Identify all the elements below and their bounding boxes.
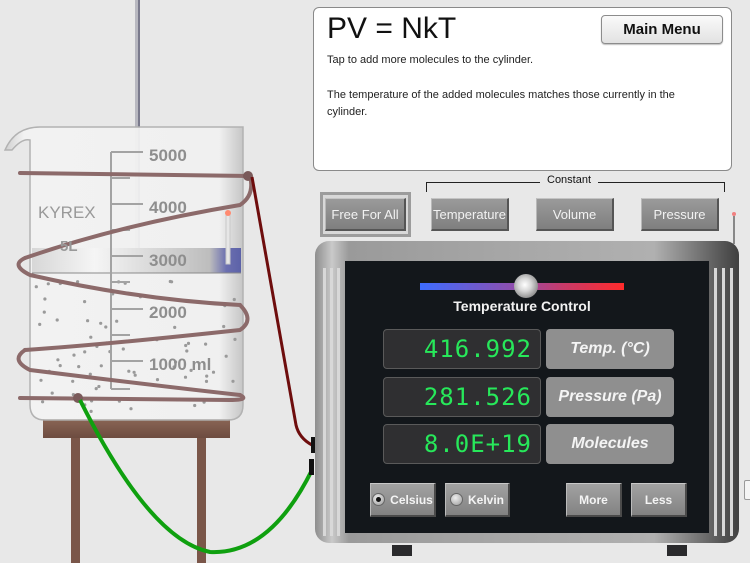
molecule-dot xyxy=(173,325,177,329)
less-molecules-button[interactable]: Less xyxy=(631,483,687,517)
vent-slot xyxy=(730,268,733,536)
thermometer-icon xyxy=(225,213,231,265)
molecule-dot xyxy=(132,370,136,374)
beaker-brand-label: KYREX xyxy=(38,203,96,222)
temperature-slider-knob[interactable] xyxy=(514,274,539,298)
molecule-dot xyxy=(155,378,160,382)
molecule-dot xyxy=(222,324,226,329)
beaker-apparatus[interactable] xyxy=(0,0,320,563)
molecule-dot xyxy=(72,353,76,357)
stand-leg-left xyxy=(71,438,80,563)
temperature-control-label: Temperature Control xyxy=(453,298,591,314)
molecule-dot xyxy=(38,322,42,326)
more-molecules-button[interactable]: More xyxy=(566,483,622,517)
scale-label-4000: 4000 xyxy=(149,198,187,217)
molecules-readout: 8.0E+19 xyxy=(383,424,541,464)
molecule-dot xyxy=(231,379,235,383)
constant-temperature-button[interactable]: Temperature xyxy=(431,198,509,231)
main-menu-button[interactable]: Main Menu xyxy=(601,15,723,44)
scale-label-5000: 5000 xyxy=(149,146,187,165)
beaker-capacity-label: 5L xyxy=(60,238,78,255)
temperature-label: Temp. (°C) xyxy=(546,329,674,369)
radio-unselected-icon xyxy=(449,493,463,506)
molecule-dot xyxy=(42,310,46,314)
molecule-dot xyxy=(211,370,216,374)
molecule-dot xyxy=(89,409,93,413)
kelvin-label: Kelvin xyxy=(467,492,504,507)
molecule-dot xyxy=(89,335,93,339)
stand-top xyxy=(43,419,230,438)
radio-selected-icon xyxy=(372,493,386,506)
stand-leg-right xyxy=(197,438,206,563)
scale-label-1000: 1000 ml xyxy=(149,355,212,374)
molecule-dot xyxy=(115,319,119,323)
molecule-dot xyxy=(46,282,50,286)
molecule-dot xyxy=(185,349,189,353)
constant-pressure-button[interactable]: Pressure xyxy=(641,198,719,231)
molecule-dot xyxy=(133,373,137,377)
red-wire xyxy=(250,176,313,447)
molecule-dot xyxy=(204,342,208,346)
kelvin-radio-button[interactable]: Kelvin xyxy=(445,483,510,517)
pressure-label: Pressure (Pa) xyxy=(546,377,674,417)
formula-title: PV = NkT xyxy=(327,12,457,45)
constant-label: Constant xyxy=(540,174,599,186)
antenna-light-icon xyxy=(732,212,736,216)
molecule-dot xyxy=(232,297,236,302)
molecule-dot xyxy=(39,378,43,382)
device-foot xyxy=(667,545,687,556)
molecule-dot xyxy=(77,365,81,369)
molecule-dot xyxy=(204,379,209,383)
molecule-dot xyxy=(58,364,62,368)
free-for-all-button[interactable]: Free For All xyxy=(325,198,406,231)
green-wire-connector xyxy=(309,459,314,475)
molecule-dot xyxy=(233,337,237,341)
molecule-dot xyxy=(99,321,103,325)
molecule-dot xyxy=(83,300,87,304)
molecule-dot xyxy=(34,285,38,289)
molecule-dot xyxy=(224,354,228,358)
molecule-dot xyxy=(56,358,60,362)
antenna-icon xyxy=(733,216,735,244)
molecule-dot xyxy=(86,319,90,323)
molecule-dot xyxy=(99,364,103,368)
molecule-dot xyxy=(193,403,197,408)
molecule-dot xyxy=(43,297,47,301)
molecule-dot xyxy=(71,379,75,383)
molecule-dot xyxy=(50,391,54,395)
temperature-readout: 416.992 xyxy=(383,329,541,369)
vent-slot xyxy=(722,268,725,536)
molecule-dot xyxy=(41,400,45,404)
vent-slot xyxy=(323,268,326,536)
vent-slot xyxy=(714,268,717,536)
info-panel: PV = NkT Main Menu Tap to add more molec… xyxy=(313,7,732,171)
molecule-dot xyxy=(129,407,133,411)
molecule-dot xyxy=(97,384,101,389)
vent-slot xyxy=(337,268,340,536)
celsius-label: Celsius xyxy=(390,492,433,507)
molecule-dot xyxy=(184,343,188,348)
molecules-label: Molecules xyxy=(546,424,674,464)
molecule-dot xyxy=(186,341,191,345)
instruction-text: Tap to add more molecules to the cylinde… xyxy=(327,54,534,66)
pressure-readout: 281.526 xyxy=(383,377,541,417)
celsius-radio-button[interactable]: Celsius xyxy=(370,483,436,517)
molecule-dot xyxy=(121,347,125,351)
side-drawer-handle[interactable] xyxy=(744,480,750,500)
description-text: The temperature of the added molecules m… xyxy=(327,89,675,118)
constant-volume-button[interactable]: Volume xyxy=(536,198,614,231)
molecule-dot xyxy=(55,318,59,322)
device-foot xyxy=(392,545,412,556)
molecule-dot xyxy=(127,369,131,373)
vent-slot xyxy=(330,268,333,536)
molecule-dot xyxy=(94,387,98,391)
molecule-dot xyxy=(183,375,188,379)
molecule-dot xyxy=(83,350,87,354)
molecule-dot xyxy=(170,280,174,284)
scale-label-2000: 2000 xyxy=(149,303,187,322)
scale-label-3000: 3000 xyxy=(149,251,187,270)
molecule-dot xyxy=(104,325,108,329)
